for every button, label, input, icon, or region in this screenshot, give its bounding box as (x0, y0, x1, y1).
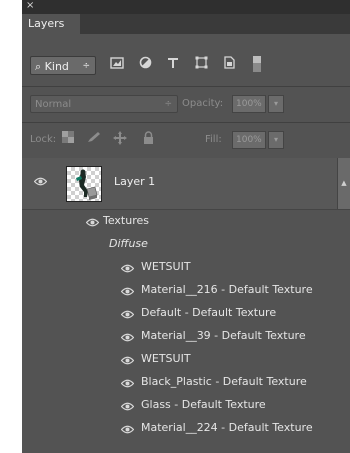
fill-label: Fill: (205, 134, 222, 145)
lock-transparent-pixels-icon[interactable] (60, 131, 76, 149)
eye-icon[interactable] (120, 377, 135, 391)
texture-row[interactable]: Default - Default Texture (22, 302, 350, 325)
eye-icon[interactable] (120, 331, 135, 345)
lock-position-icon[interactable] (112, 131, 128, 149)
opacity-dropdown-button[interactable]: ▾ (268, 95, 284, 113)
lock-all-icon[interactable] (140, 131, 156, 149)
texture-row[interactable]: Material__39 - Default Texture (22, 325, 350, 348)
eye-icon[interactable] (120, 354, 135, 368)
panel-titlebar: × (22, 0, 350, 14)
diffuse-label: Diffuse (109, 237, 148, 250)
effects-label: Textures (103, 214, 149, 227)
texture-label: Black_Plastic - Default Texture (141, 375, 307, 388)
layers-list: Layer 1 ▲ Textures Diffuse WETSUIT Mater… (22, 158, 350, 453)
opacity-input[interactable]: 100% (232, 95, 266, 113)
texture-row[interactable]: WETSUIT (22, 348, 350, 371)
eye-icon[interactable] (120, 285, 135, 299)
type-layer-filter-icon[interactable] (164, 56, 182, 75)
blend-mode-select[interactable]: Normal ÷ (30, 95, 178, 113)
pixel-layer-filter-icon[interactable] (108, 56, 126, 75)
texture-row[interactable]: Black_Plastic - Default Texture (22, 371, 350, 394)
texture-label: Material__224 - Default Texture (141, 421, 313, 434)
kind-label: Kind (44, 60, 69, 73)
texture-label: Material__216 - Default Texture (141, 283, 313, 296)
eye-icon[interactable] (120, 400, 135, 414)
texture-row[interactable]: Material__216 - Default Texture (22, 279, 350, 302)
blend-mode-value: Normal (35, 99, 72, 110)
eye-icon[interactable] (120, 262, 135, 276)
eye-icon[interactable] (120, 423, 135, 437)
tab-bar: Layers (22, 14, 350, 34)
lock-row: Lock: Fill: 100% ▾ (22, 122, 350, 158)
texture-label: Default - Default Texture (141, 306, 277, 319)
opacity-label: Opacity: (182, 98, 224, 109)
texture-label: WETSUIT (141, 260, 191, 273)
filter-toggle-icon[interactable] (248, 56, 266, 75)
fill-input[interactable]: 100% (232, 131, 266, 149)
adjustment-layer-filter-icon[interactable] (136, 56, 154, 75)
lock-label: Lock: (30, 134, 57, 145)
eye-icon[interactable] (33, 175, 48, 189)
lock-image-pixels-icon[interactable] (86, 131, 102, 149)
filter-row: ⌕ Kind ÷ (22, 34, 350, 86)
layers-panel: × Layers ⌕ Kind ÷ Normal ÷ Opacity: 100%… (22, 0, 350, 453)
texture-row[interactable]: WETSUIT (22, 256, 350, 279)
texture-row[interactable]: Glass - Default Texture (22, 394, 350, 417)
smart-object-filter-icon[interactable] (220, 56, 238, 75)
search-icon: ⌕ (35, 60, 42, 73)
effects-row[interactable]: Textures (22, 210, 350, 233)
shape-layer-filter-icon[interactable] (192, 56, 210, 75)
layer-name: Layer 1 (114, 175, 156, 188)
eye-icon[interactable] (85, 216, 100, 230)
layer-thumbnail (66, 166, 102, 202)
fill-dropdown-button[interactable]: ▾ (268, 131, 284, 149)
close-icon[interactable]: × (26, 0, 34, 11)
kind-filter-select[interactable]: ⌕ Kind ÷ (30, 56, 96, 75)
scroll-up-button[interactable]: ▲ (337, 158, 350, 209)
diver-figure-icon (76, 169, 98, 200)
texture-label: Material__39 - Default Texture (141, 329, 306, 342)
blend-row: Normal ÷ Opacity: 100% ▾ (22, 86, 350, 122)
layer-row[interactable]: Layer 1 ▲ (22, 158, 350, 210)
chevron-updown-icon: ÷ (164, 99, 172, 109)
chevron-updown-icon: ÷ (82, 61, 90, 71)
eye-icon[interactable] (120, 308, 135, 322)
diffuse-group-row: Diffuse (22, 233, 350, 256)
texture-label: WETSUIT (141, 352, 191, 365)
texture-row[interactable]: Material__224 - Default Texture (22, 417, 350, 440)
texture-label: Glass - Default Texture (141, 398, 266, 411)
tab-layers[interactable]: Layers (22, 14, 80, 34)
